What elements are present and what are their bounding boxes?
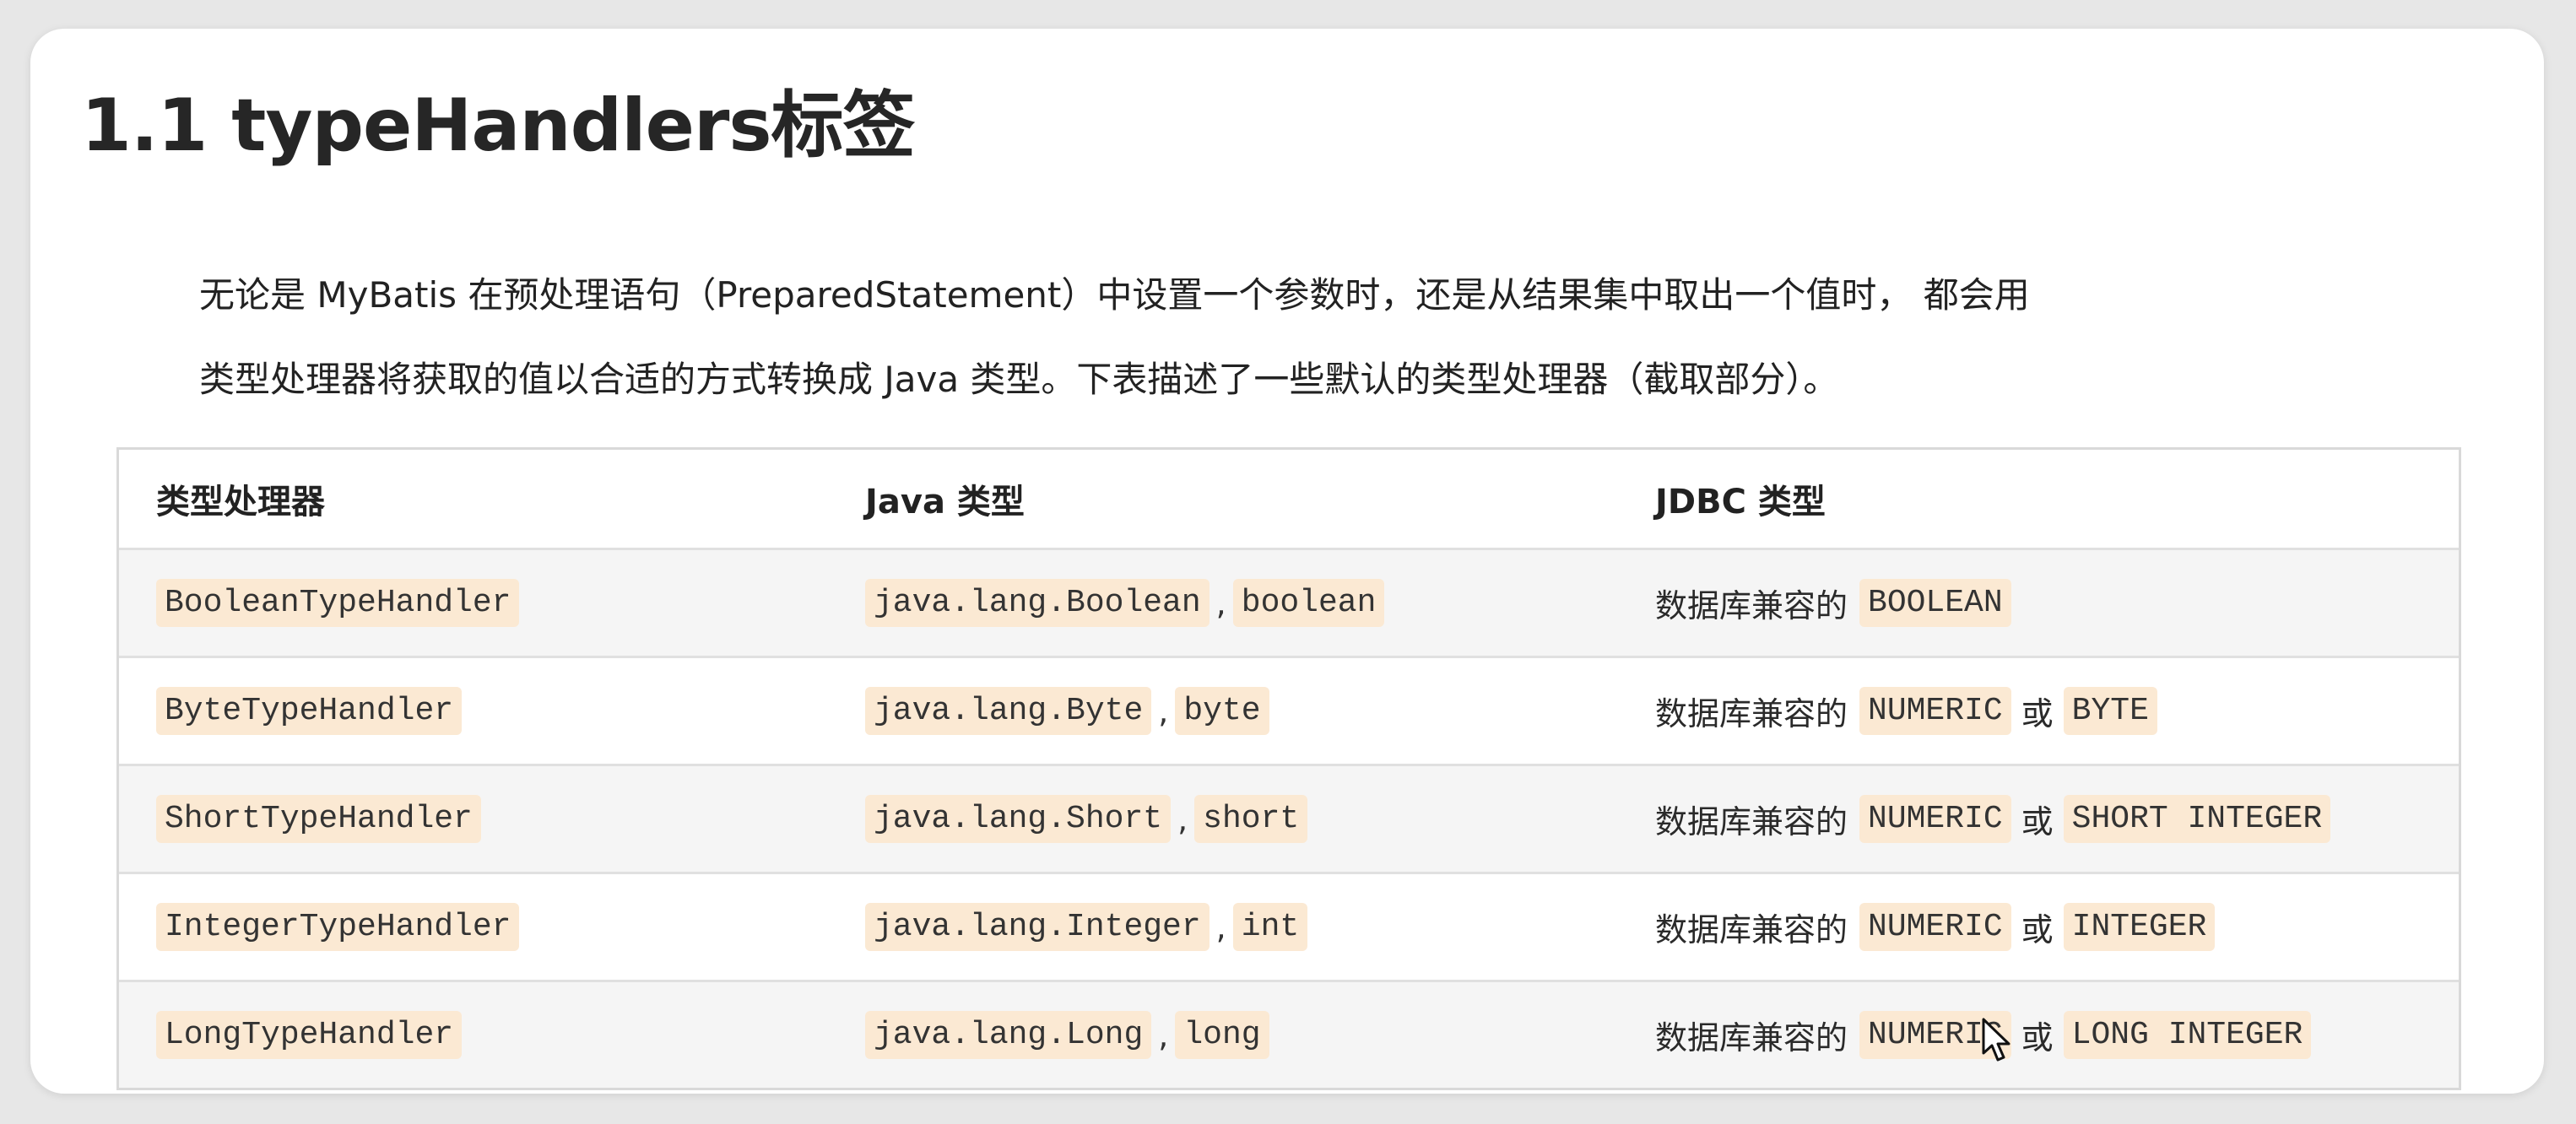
jdbc-prefix: 数据库兼容的: [1655, 587, 1848, 624]
header-jdbc-type: JDBC 类型: [1655, 483, 1826, 521]
table-header-row: 类型处理器 Java 类型 JDBC 类型: [119, 450, 2459, 548]
jdbc-second-code: SHORT INTEGER: [2063, 794, 2331, 844]
or-word: 或: [2021, 911, 2054, 948]
java-primitive-code: short: [1194, 794, 1308, 844]
handler-code: LongTypeHandler: [156, 1010, 463, 1060]
jdbc-first-code: NUMERIC: [1859, 686, 2011, 736]
table-row: BooleanTypeHandler java.lang.Boolean , b…: [119, 548, 2459, 656]
comma-separator: ,: [1177, 800, 1188, 838]
table-row: ByteTypeHandler java.lang.Byte , byte 数据…: [119, 656, 2459, 764]
jdbc-prefix: 数据库兼容的: [1655, 803, 1848, 840]
handler-code: IntegerTypeHandler: [156, 902, 520, 952]
comma-separator: ,: [1215, 584, 1226, 622]
document-card: 1.1 typeHandlers标签 无论是 MyBatis 在预处理语句（Pr…: [30, 29, 2544, 1094]
or-word: 或: [2021, 803, 2054, 840]
comma-separator: ,: [1215, 908, 1226, 946]
comma-separator: ,: [1158, 692, 1169, 730]
table-row: ShortTypeHandler java.lang.Short , short…: [119, 764, 2459, 872]
jdbc-prefix: 数据库兼容的: [1655, 695, 1848, 732]
jdbc-first-code: NUMERIC: [1859, 902, 2011, 952]
java-primitive-code: long: [1175, 1010, 1269, 1060]
table-row: LongTypeHandler java.lang.Long , long 数据…: [119, 980, 2459, 1088]
jdbc-second-code: BYTE: [2063, 686, 2157, 736]
type-handlers-table: 类型处理器 Java 类型 JDBC 类型 BooleanTypeHandler…: [116, 447, 2461, 1090]
handler-code: ByteTypeHandler: [156, 686, 463, 736]
page-title: 1.1 typeHandlers标签: [81, 84, 916, 168]
java-class-code: java.lang.Integer: [865, 902, 1210, 952]
mouse-pointer-icon: [1982, 1018, 2010, 1062]
handler-code: BooleanTypeHandler: [156, 578, 520, 628]
comma-separator: ,: [1158, 1016, 1169, 1054]
jdbc-first-code: NUMERIC: [1859, 794, 2011, 844]
intro-paragraph: 无论是 MyBatis 在预处理语句（PreparedStatement）中设置…: [199, 253, 2512, 422]
jdbc-first-code: BOOLEAN: [1859, 578, 2011, 628]
java-class-code: java.lang.Long: [865, 1010, 1152, 1060]
java-class-code: java.lang.Boolean: [865, 578, 1210, 628]
table-row: IntegerTypeHandler java.lang.Integer , i…: [119, 872, 2459, 980]
java-primitive-code: boolean: [1232, 578, 1385, 628]
header-java-type: Java 类型: [865, 483, 1025, 521]
jdbc-prefix: 数据库兼容的: [1655, 1019, 1848, 1056]
java-class-code: java.lang.Short: [865, 794, 1172, 844]
or-word: 或: [2021, 695, 2054, 732]
jdbc-second-code: LONG INTEGER: [2063, 1010, 2312, 1060]
jdbc-prefix: 数据库兼容的: [1655, 911, 1848, 948]
jdbc-second-code: INTEGER: [2063, 902, 2216, 952]
handler-code: ShortTypeHandler: [156, 794, 481, 844]
header-type-handler: 类型处理器: [156, 483, 325, 521]
java-class-code: java.lang.Byte: [865, 686, 1152, 736]
intro-line-2: 类型处理器将获取的值以合适的方式转换成 Java 类型。下表描述了一些默认的类型…: [199, 359, 1839, 400]
java-primitive-code: byte: [1175, 686, 1269, 736]
or-word: 或: [2021, 1019, 2054, 1056]
java-primitive-code: int: [1232, 902, 1308, 952]
intro-line-1: 无论是 MyBatis 在预处理语句（PreparedStatement）中设置…: [199, 274, 2030, 316]
